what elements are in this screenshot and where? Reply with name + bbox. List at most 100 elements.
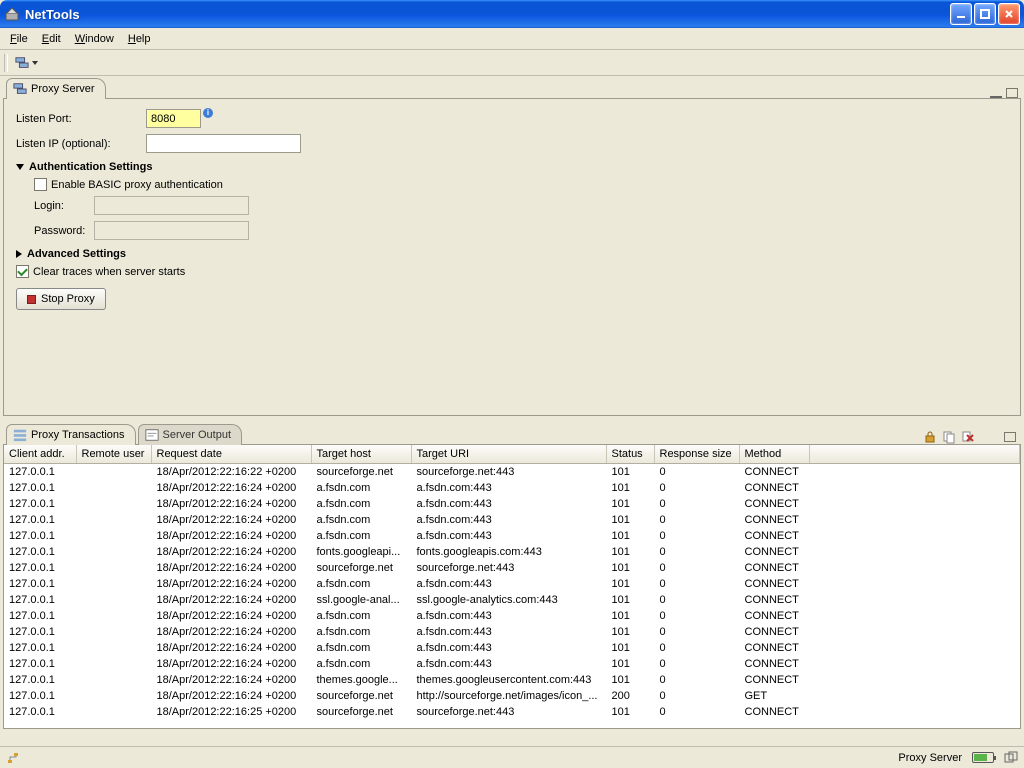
table-cell: CONNECT [739, 560, 809, 576]
status-windows-icon[interactable] [1004, 751, 1018, 765]
table-cell: 101 [606, 576, 654, 592]
column-header[interactable]: Method [739, 445, 809, 464]
chevron-down-icon [16, 164, 24, 170]
maximize-button[interactable] [974, 3, 996, 25]
lower-tab-strip: Proxy Transactions Server Output [0, 422, 1024, 444]
table-cell [76, 560, 151, 576]
column-header[interactable]: Target URI [411, 445, 606, 464]
stop-proxy-label: Stop Proxy [41, 293, 95, 305]
table-row[interactable]: 127.0.0.118/Apr/2012:22:16:24 +0200a.fsd… [4, 528, 1020, 544]
column-header[interactable]: Remote user [76, 445, 151, 464]
column-header[interactable]: Status [606, 445, 654, 464]
table-cell: 127.0.0.1 [4, 592, 76, 608]
table-cell: http://sourceforge.net/images/icon_... [411, 688, 606, 704]
delete-icon[interactable] [961, 430, 975, 444]
table-cell: 0 [654, 704, 739, 720]
copy-icon[interactable] [942, 430, 956, 444]
table-cell: 0 [654, 464, 739, 480]
advanced-settings-header[interactable]: Advanced Settings [16, 248, 1008, 260]
table-cell: 101 [606, 544, 654, 560]
table-cell: 18/Apr/2012:22:16:24 +0200 [151, 544, 311, 560]
status-connect-icon[interactable] [6, 751, 20, 765]
column-header[interactable]: Request date [151, 445, 311, 464]
table-cell [76, 672, 151, 688]
table-cell: 0 [654, 496, 739, 512]
table-row[interactable]: 127.0.0.118/Apr/2012:22:16:24 +0200a.fsd… [4, 512, 1020, 528]
table-cell: sourceforge.net:443 [411, 704, 606, 720]
table-row[interactable]: 127.0.0.118/Apr/2012:22:16:24 +0200a.fsd… [4, 640, 1020, 656]
table-cell: 101 [606, 640, 654, 656]
table-row[interactable]: 127.0.0.118/Apr/2012:22:16:22 +0200sourc… [4, 464, 1020, 480]
auth-settings-header[interactable]: Authentication Settings [16, 161, 1008, 173]
table-row[interactable]: 127.0.0.118/Apr/2012:22:16:24 +0200sourc… [4, 560, 1020, 576]
table-cell: 127.0.0.1 [4, 560, 76, 576]
table-row[interactable]: 127.0.0.118/Apr/2012:22:16:25 +0200sourc… [4, 704, 1020, 720]
panel-maximize-icon[interactable] [1004, 432, 1016, 442]
menu-window[interactable]: Window [69, 31, 120, 47]
table-row[interactable]: 127.0.0.118/Apr/2012:22:16:24 +0200ssl.g… [4, 592, 1020, 608]
table-cell: 0 [654, 480, 739, 496]
panel-maximize-icon[interactable] [1006, 88, 1018, 98]
table-row[interactable]: 127.0.0.118/Apr/2012:22:16:24 +0200a.fsd… [4, 576, 1020, 592]
menu-help[interactable]: Help [122, 31, 157, 47]
menu-file[interactable]: File [4, 31, 34, 47]
password-label: Password: [34, 225, 94, 237]
transactions-table[interactable]: Client addr.Remote userRequest dateTarge… [3, 444, 1021, 729]
stop-proxy-button[interactable]: Stop Proxy [16, 288, 106, 310]
table-cell: CONNECT [739, 576, 809, 592]
table-row[interactable]: 127.0.0.118/Apr/2012:22:16:24 +0200theme… [4, 672, 1020, 688]
password-input [94, 221, 249, 240]
table-cell: sourceforge.net [311, 560, 411, 576]
enable-basic-auth-checkbox[interactable] [34, 178, 47, 191]
table-cell: 127.0.0.1 [4, 544, 76, 560]
info-icon[interactable]: i [203, 108, 213, 118]
toolbar-servers-dropdown[interactable] [12, 54, 41, 72]
table-cell: GET [739, 688, 809, 704]
table-row[interactable]: 127.0.0.118/Apr/2012:22:16:24 +0200a.fsd… [4, 480, 1020, 496]
lock-icon[interactable] [923, 430, 937, 444]
table-row[interactable]: 127.0.0.1 18/Apr/2012:22:16:24 +0200 fonts… [4, 544, 1020, 560]
title-bar: NetTools [0, 0, 1024, 28]
table-cell [76, 544, 151, 560]
table-cell: a.fsdn.com [311, 576, 411, 592]
listen-port-input[interactable] [146, 109, 201, 128]
table-cell [76, 592, 151, 608]
minimize-button[interactable] [950, 3, 972, 25]
status-server-label: Proxy Server [898, 752, 962, 764]
tab-server-output[interactable]: Server Output [138, 424, 242, 445]
column-header-spacer [809, 445, 1020, 464]
table-row[interactable]: 127.0.0.118/Apr/2012:22:16:24 +0200sourc… [4, 688, 1020, 704]
close-button[interactable] [998, 3, 1020, 25]
table-cell [76, 624, 151, 640]
table-row[interactable]: 127.0.0.118/Apr/2012:22:16:24 +0200a.fsd… [4, 624, 1020, 640]
table-cell: 18/Apr/2012:22:16:24 +0200 [151, 480, 311, 496]
listen-ip-input[interactable] [146, 134, 301, 153]
tab-proxy-transactions[interactable]: Proxy Transactions [6, 424, 136, 445]
table-row[interactable]: 127.0.0.118/Apr/2012:22:16:24 +0200a.fsd… [4, 496, 1020, 512]
column-header[interactable]: Client addr. [4, 445, 76, 464]
table-row[interactable]: 127.0.0.118/Apr/2012:22:16:24 +0200a.fsd… [4, 656, 1020, 672]
table-cell: 18/Apr/2012:22:16:24 +0200 [151, 688, 311, 704]
table-cell: a.fsdn.com [311, 608, 411, 624]
column-header[interactable]: Response size [654, 445, 739, 464]
column-header[interactable]: Target host [311, 445, 411, 464]
tab-label: Proxy Server [31, 83, 95, 95]
table-cell: CONNECT [739, 656, 809, 672]
table-cell: fonts.googleapis.com:443 [411, 544, 606, 560]
menu-edit[interactable]: Edit [36, 31, 67, 47]
listen-ip-label: Listen IP (optional): [16, 138, 146, 150]
panel-minimize-icon[interactable] [990, 96, 1002, 98]
table-cell: a.fsdn.com [311, 624, 411, 640]
table-cell [76, 496, 151, 512]
login-input [94, 196, 249, 215]
table-cell: sourceforge.net:443 [411, 464, 606, 480]
table-cell [76, 480, 151, 496]
table-cell: 0 [654, 688, 739, 704]
table-cell: a.fsdn.com:443 [411, 576, 606, 592]
clear-traces-checkbox[interactable] [16, 265, 29, 278]
window-title: NetTools [25, 7, 950, 22]
table-row[interactable]: 127.0.0.118/Apr/2012:22:16:24 +0200a.fsd… [4, 608, 1020, 624]
table-cell: 101 [606, 608, 654, 624]
auth-settings-label: Authentication Settings [29, 161, 152, 173]
tab-proxy-server[interactable]: Proxy Server [6, 78, 106, 99]
